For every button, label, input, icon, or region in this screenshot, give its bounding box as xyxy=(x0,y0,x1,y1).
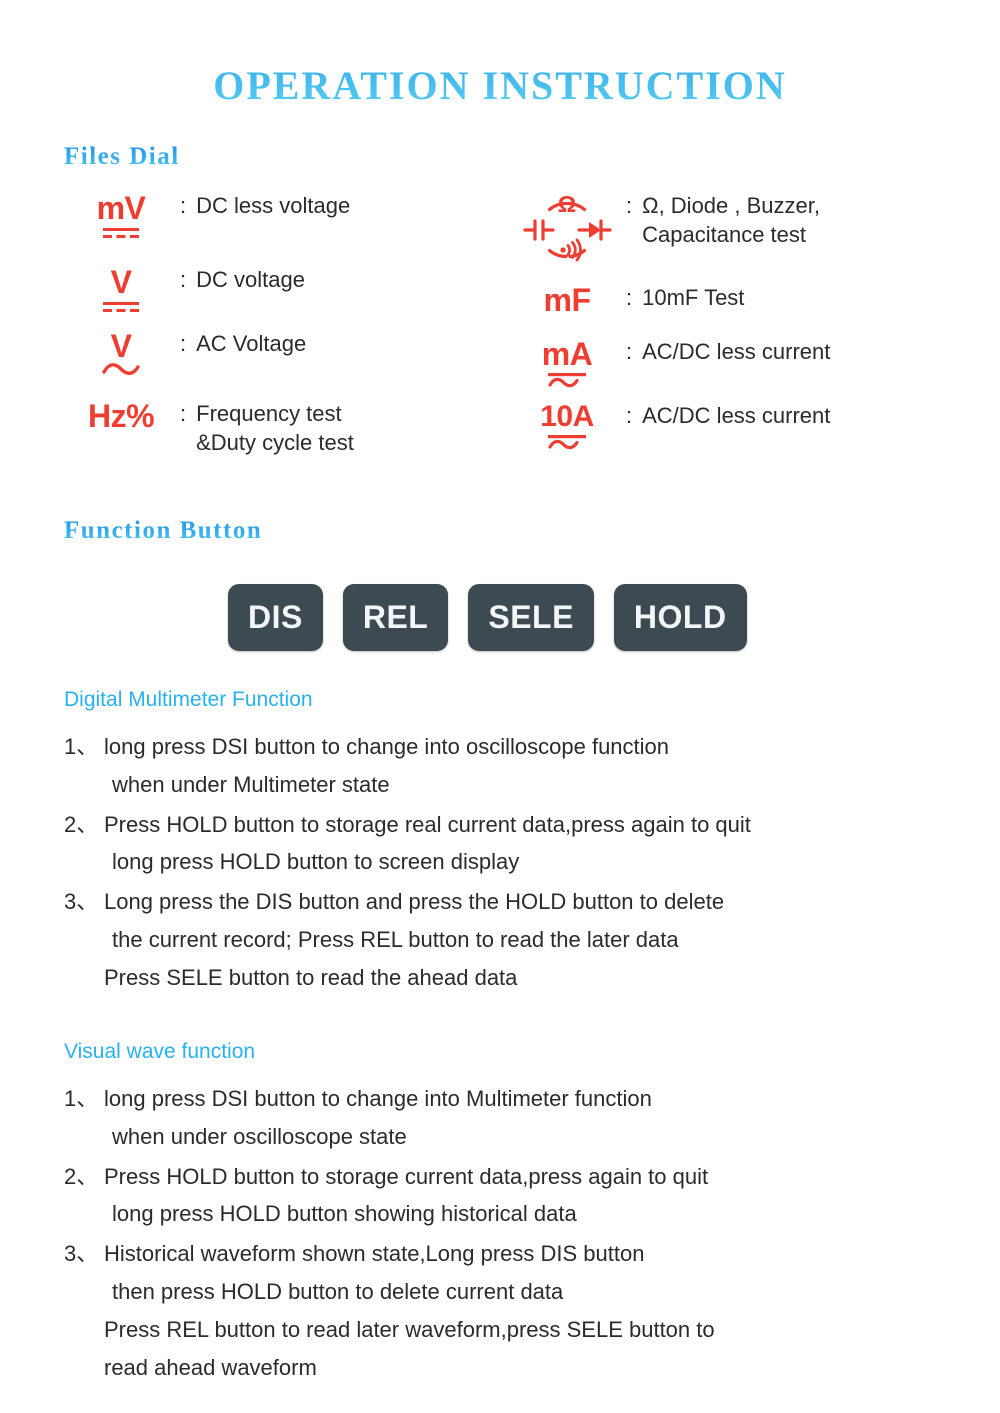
list-item-line: Long press the DIS button and press the … xyxy=(104,889,725,915)
dis-button[interactable]: DIS xyxy=(228,584,323,651)
acdc-milliamp-icon: mA xyxy=(508,338,626,390)
frequency-duty-icon: Hz% xyxy=(62,400,180,432)
page-title: OPERATION INSTRUCTION xyxy=(0,0,1000,109)
list-item-text: long press DSI button to change into Mul… xyxy=(104,1080,652,1156)
dial-symbol-text: V xyxy=(110,328,132,364)
hold-button[interactable]: HOLD xyxy=(613,584,747,651)
list-item-line: the current record; Press REL button to … xyxy=(112,927,679,953)
list-item-number: 2、 xyxy=(64,1163,99,1189)
dial-symbol-text: Hz% xyxy=(87,398,155,434)
dial-row-ohm: Ω: Ω, Diode , Buzzer, Capacitance test xyxy=(508,192,820,268)
ac-volt-icon: V xyxy=(62,330,180,377)
list-item-line: read ahead waveform xyxy=(104,1354,317,1380)
dial-separator: : xyxy=(626,285,633,310)
dial-separator: : xyxy=(626,193,633,218)
dial-description: 10mF Test xyxy=(642,285,745,310)
visual-wave-heading: Visual wave function xyxy=(64,1040,256,1063)
dial-description: Ω, Diode , Buzzer, Capacitance test xyxy=(642,193,820,247)
dial-symbol-text: V xyxy=(110,264,132,300)
list-item-line: Historical waveform shown state,Long pre… xyxy=(104,1241,645,1267)
list-item-line: long press HOLD button to screen display xyxy=(112,849,520,875)
list-item: 2、 Press HOLD button to storage current … xyxy=(64,1158,944,1234)
list-item-line: when under oscilloscope state xyxy=(112,1123,407,1149)
list-item-text: Press HOLD button to storage current dat… xyxy=(104,1158,708,1234)
list-item-text: Historical waveform shown state,Long pre… xyxy=(104,1235,715,1386)
list-item-line: long press HOLD button showing historica… xyxy=(112,1201,577,1227)
svg-text:Ω: Ω xyxy=(558,192,576,217)
list-item: 3、 Long press the DIS button and press t… xyxy=(64,883,944,996)
acdc-marker-icon xyxy=(548,373,586,388)
dial-symbol-text: mA xyxy=(541,336,593,372)
list-item: 3、 Historical waveform shown state,Long … xyxy=(64,1235,944,1386)
dial-separator: : xyxy=(180,401,187,426)
dial-description: AC Voltage xyxy=(196,331,307,356)
list-item-text: Long press the DIS button and press the … xyxy=(104,883,724,996)
millifarad-icon: mF xyxy=(508,284,626,316)
digital-multimeter-heading: Digital Multimeter Function xyxy=(64,688,313,711)
ohm-diode-buzzer-capacitance-glyph: Ω xyxy=(523,192,612,262)
list-item-line: Press REL button to read later waveform,… xyxy=(104,1316,715,1342)
list-item-text: long press DSI button to change into osc… xyxy=(104,728,669,804)
list-item-number: 2、 xyxy=(64,811,99,837)
dial-description: Frequency test &Duty cycle test xyxy=(196,401,354,455)
dc-volt-icon: V xyxy=(62,266,180,315)
list-item-text: Press HOLD button to storage real curren… xyxy=(104,806,751,882)
list-item-line: then press HOLD button to delete current… xyxy=(112,1279,564,1305)
ohm-diode-buzzer-capacitance-icon: Ω xyxy=(508,192,626,268)
dc-marker-icon xyxy=(102,228,139,238)
dial-separator: : xyxy=(180,267,187,292)
list-item: 2、 Press HOLD button to storage real cur… xyxy=(64,806,944,882)
acdc-marker-icon xyxy=(547,435,586,450)
dial-symbol-text: mF xyxy=(543,282,592,318)
dial-description: DC less voltage xyxy=(196,193,351,218)
list-item: 1、 long press DSI button to change into … xyxy=(64,728,944,804)
list-item-number: 1、 xyxy=(64,1086,99,1111)
list-item-number: 3、 xyxy=(64,1241,99,1267)
dial-separator: : xyxy=(626,403,633,428)
list-item-line: long press DSI button to change into Mul… xyxy=(104,1086,652,1111)
dial-row-v-ac: V : AC Voltage xyxy=(62,330,306,377)
list-item: 1、 long press DSI button to change into … xyxy=(64,1080,944,1156)
dial-separator: : xyxy=(180,193,187,218)
dial-separator: : xyxy=(180,331,187,356)
dial-symbol-text: mV xyxy=(96,190,146,226)
dial-row-mv: mV : DC less voltage xyxy=(62,192,350,241)
dial-separator: : xyxy=(626,339,633,364)
sele-button[interactable]: SELE xyxy=(468,584,594,651)
list-item-line: Press HOLD button to storage real curren… xyxy=(104,811,751,837)
list-item-line: Press SELE button to read the ahead data xyxy=(104,964,518,990)
dial-row-ma: mA : AC/DC less current xyxy=(508,338,830,390)
list-item-number: 1、 xyxy=(64,734,99,759)
dial-description: AC/DC less current xyxy=(642,403,831,428)
rel-button[interactable]: REL xyxy=(342,584,449,651)
dc-marker-icon xyxy=(103,302,139,312)
dial-description: AC/DC less current xyxy=(642,339,831,364)
acdc-10amp-icon: 10A xyxy=(508,402,626,452)
list-item-line: Press HOLD button to storage current dat… xyxy=(104,1163,709,1189)
list-item-line: long press DSI button to change into osc… xyxy=(104,734,670,759)
function-button-row: DIS REL SELE HOLD xyxy=(228,584,747,651)
ac-marker-icon xyxy=(102,363,140,375)
dial-row-mf: mF : 10mF Test xyxy=(508,284,745,316)
files-dial-heading: Files Dial xyxy=(64,143,180,170)
list-item-number: 3、 xyxy=(64,889,99,915)
dial-symbol-text: 10A xyxy=(540,400,594,433)
dial-row-v-dc: V : DC voltage xyxy=(62,266,305,315)
visual-wave-section: Visual wave function 1、 long press DSI b… xyxy=(64,1040,944,1389)
dial-row-hz: Hz% : Frequency test &Duty cycle test xyxy=(62,400,354,457)
function-button-heading: Function Button xyxy=(64,517,263,544)
list-item-line: when under Multimeter state xyxy=(112,771,390,797)
digital-multimeter-section: Digital Multimeter Function 1、 long pres… xyxy=(64,688,944,999)
dial-row-10a: 10A : AC/DC less current xyxy=(508,402,830,452)
dc-millivolt-icon: mV xyxy=(62,192,180,241)
dial-description: DC voltage xyxy=(196,267,305,292)
